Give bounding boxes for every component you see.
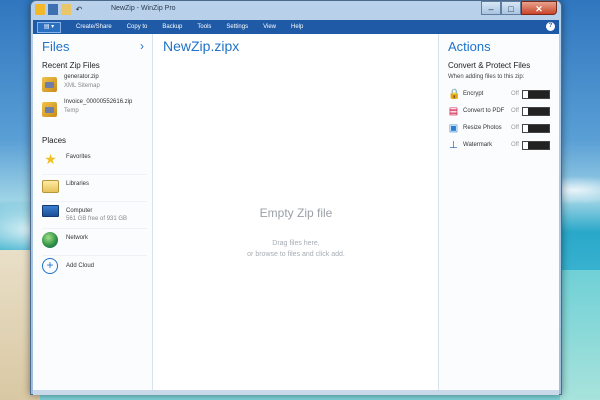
- actions-pane: Actions Convert & Protect Files When add…: [438, 34, 559, 390]
- action-convert-pdf: ▤ Convert to PDF Off: [448, 105, 556, 119]
- tab-tools[interactable]: Tools: [197, 24, 211, 30]
- minimize-button[interactable]: –: [481, 1, 501, 15]
- tab-create-share[interactable]: Create/Share: [76, 24, 112, 30]
- toggle-state: Off: [511, 108, 519, 114]
- tab-copy-to[interactable]: Copy to: [127, 24, 148, 30]
- recent-file-location: Temp: [64, 108, 79, 114]
- recent-file-name: Invoice_00000552616.zip: [64, 99, 133, 105]
- stamp-icon: ⊥: [449, 140, 458, 151]
- resize-photos-toggle[interactable]: [522, 124, 550, 133]
- add-icon: +: [42, 258, 59, 275]
- tab-view[interactable]: View: [263, 24, 276, 30]
- watermark-toggle[interactable]: [522, 141, 550, 150]
- zip-file-icon: [42, 77, 57, 92]
- title-bar: ↶ NewZip - WinZip Pro – □ ✕: [31, 1, 561, 19]
- chevron-right-icon[interactable]: ›: [140, 39, 144, 53]
- empty-zip-title: Empty Zip file: [259, 206, 333, 220]
- convert-protect-heading: Convert & Protect Files: [448, 61, 531, 70]
- main-content: Files › Recent Zip Files generator.zip X…: [33, 34, 559, 390]
- app-icon[interactable]: [35, 4, 45, 15]
- files-pane: Files › Recent Zip Files generator.zip X…: [33, 34, 153, 390]
- maximize-button[interactable]: □: [501, 1, 521, 15]
- place-network[interactable]: Network: [42, 232, 147, 256]
- computer-icon: [42, 205, 59, 222]
- recent-zip-files-heading: Recent Zip Files: [42, 61, 100, 70]
- convert-pdf-toggle[interactable]: [522, 107, 550, 116]
- save-icon[interactable]: [48, 4, 58, 15]
- place-favorites[interactable]: ★ Favorites: [42, 151, 147, 175]
- add-cloud-button[interactable]: + Add Cloud: [42, 258, 147, 282]
- place-label: Computer: [66, 208, 93, 214]
- place-label: Libraries: [66, 181, 90, 187]
- window-title: NewZip - WinZip Pro: [111, 5, 176, 12]
- place-label: Favorites: [66, 154, 91, 160]
- place-computer[interactable]: Computer 561 GB free of 931 GB: [42, 205, 147, 229]
- close-button[interactable]: ✕: [521, 1, 557, 15]
- pdf-icon: ▤: [448, 106, 459, 117]
- desktop-water: [560, 270, 600, 400]
- disk-space-text: 561 GB free of 931 GB: [66, 216, 128, 222]
- drop-hint-line-1: Drag files here,: [272, 240, 320, 247]
- action-label: Convert to PDF: [463, 108, 505, 114]
- winzip-window: ↶ NewZip - WinZip Pro – □ ✕ ▤ ▾ Create/S…: [30, 0, 562, 395]
- place-label: Add Cloud: [66, 263, 95, 269]
- actions-note: When adding files to this zip:: [448, 74, 525, 80]
- star-icon: ★: [44, 151, 57, 167]
- drop-hint-line-2: or browse to files and click add.: [247, 251, 345, 258]
- toggle-state: Off: [511, 91, 519, 97]
- file-menu-button[interactable]: ▤ ▾: [37, 21, 61, 33]
- tab-backup[interactable]: Backup: [162, 24, 182, 30]
- zip-contents-pane[interactable]: NewZip.zipx Empty Zip file Drag files he…: [154, 34, 438, 390]
- tab-settings[interactable]: Settings: [226, 24, 248, 30]
- toggle-state: Off: [511, 125, 519, 131]
- lock-icon: 🔒: [448, 89, 461, 100]
- recent-file-item[interactable]: Invoice_00000552616.zip Temp: [42, 99, 147, 125]
- network-icon: [42, 232, 59, 249]
- action-label: Resize Photos: [463, 125, 502, 131]
- toggle-state: Off: [511, 142, 519, 148]
- files-heading: Files: [42, 39, 70, 54]
- status-bar: [33, 390, 559, 395]
- help-icon[interactable]: ?: [546, 22, 555, 31]
- open-icon[interactable]: [61, 4, 71, 15]
- zip-file-title: NewZip.zipx: [163, 38, 240, 54]
- recent-file-location: XML Sitemap: [64, 83, 100, 89]
- recent-file-item[interactable]: generator.zip XML Sitemap: [42, 74, 147, 100]
- encrypt-toggle[interactable]: [522, 90, 550, 99]
- undo-icon[interactable]: ↶: [74, 4, 84, 15]
- actions-heading: Actions: [448, 39, 491, 54]
- action-encrypt: 🔒 Encrypt Off: [448, 88, 556, 102]
- action-label: Encrypt: [463, 91, 484, 97]
- tab-help[interactable]: Help: [291, 24, 303, 30]
- libraries-icon: [42, 178, 59, 195]
- place-libraries[interactable]: Libraries: [42, 178, 147, 202]
- photo-icon: ▣: [448, 123, 459, 134]
- zip-file-icon: [42, 102, 57, 117]
- quick-access-toolbar: ↶: [35, 4, 84, 15]
- action-resize-photos: ▣ Resize Photos Off: [448, 122, 556, 136]
- action-label: Watermark: [463, 142, 493, 148]
- window-controls: – □ ✕: [481, 1, 557, 15]
- action-watermark: ⊥ Watermark Off: [448, 139, 556, 153]
- ribbon-tabs: ▤ ▾ Create/Share Copy to Backup Tools Se…: [33, 20, 559, 34]
- recent-file-name: generator.zip: [64, 74, 99, 80]
- places-heading: Places: [42, 136, 67, 145]
- place-label: Network: [66, 235, 89, 241]
